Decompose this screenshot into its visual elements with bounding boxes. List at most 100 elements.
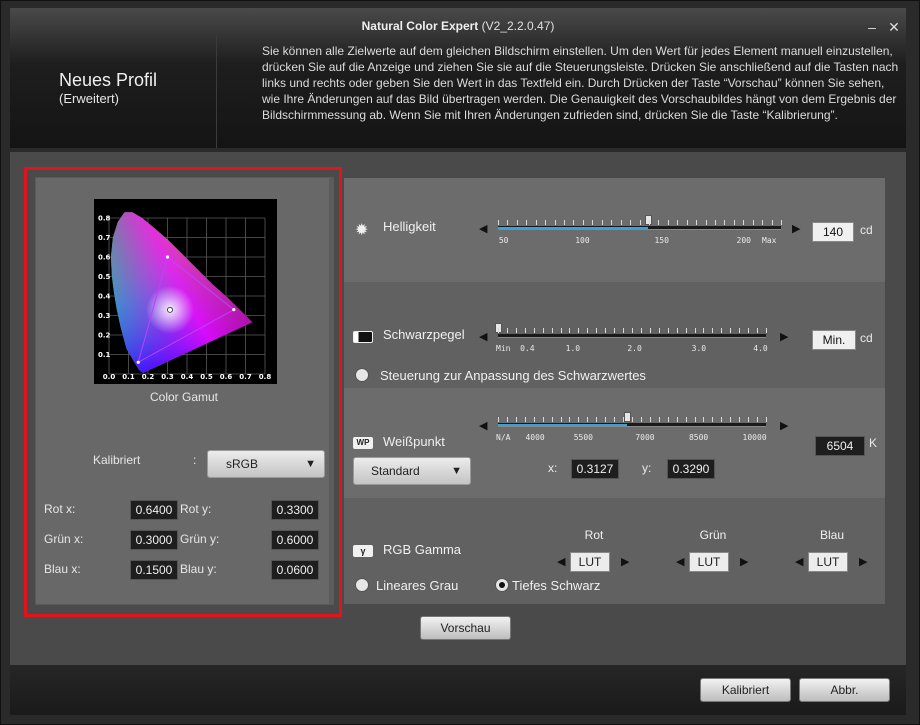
slider-tick	[757, 328, 759, 333]
slider-tick	[632, 417, 633, 422]
gamma-green-field[interactable]: LUT	[689, 552, 729, 572]
window-title: Natural Color Expert (V2_2.2.0.47)	[361, 19, 555, 33]
slider-tick	[564, 220, 566, 225]
slider-tick	[569, 328, 571, 333]
slider-tick	[733, 220, 735, 225]
slider-tick	[667, 417, 669, 422]
white-x-field[interactable]: 0.3127	[571, 459, 619, 479]
gamma-blue-left-arrow[interactable]: ◀	[795, 555, 803, 568]
white-point-fill	[498, 424, 627, 426]
gamma-green-left-arrow[interactable]: ◀	[676, 555, 684, 568]
black-level-label: Schwarzpegel	[383, 327, 465, 342]
brightness-right-arrow[interactable]: ▶	[792, 222, 800, 235]
slider-tick	[686, 220, 688, 225]
gamma-icon: γ	[353, 545, 373, 557]
black-level-right-arrow[interactable]: ▶	[780, 330, 788, 343]
slider-tick	[587, 328, 589, 333]
slider-tick	[533, 328, 535, 333]
brightness-value-field[interactable]: 140	[812, 222, 854, 242]
black-control-checkbox[interactable]	[355, 368, 369, 382]
calibrate-button[interactable]: Kalibriert	[700, 678, 791, 702]
brightness-unit: cd	[860, 223, 873, 237]
close-button[interactable]: ✕	[886, 19, 902, 35]
tick-label: 100	[575, 236, 590, 245]
slider-tick	[614, 328, 616, 333]
slider-tick	[739, 328, 741, 333]
white-x-label: x:	[548, 461, 558, 475]
gamma-green-right-arrow[interactable]: ▶	[740, 555, 748, 568]
slider-tick	[632, 328, 633, 333]
gamma-blue-field[interactable]: LUT	[808, 552, 848, 572]
slider-tick	[596, 417, 598, 422]
slider-tick	[748, 328, 750, 333]
slider-tick	[676, 328, 678, 333]
slider-tick	[676, 417, 678, 422]
slider-tick	[515, 328, 517, 333]
slider-tick	[623, 328, 625, 333]
white-point-right-arrow[interactable]: ▶	[780, 419, 788, 432]
white-preset-dropdown[interactable]: Standard ▼	[353, 457, 471, 485]
tick-label: Max	[762, 236, 777, 245]
black-level-unit: cd	[860, 331, 873, 345]
slider-tick	[554, 220, 556, 225]
brightness-label: Helligkeit	[383, 219, 436, 234]
slider-tick	[703, 417, 705, 422]
tick-label: 5500	[573, 433, 593, 442]
black-level-left-arrow[interactable]: ◀	[479, 330, 487, 343]
slider-tick	[498, 328, 499, 333]
slider-tick	[757, 417, 759, 422]
slider-tick	[766, 417, 767, 422]
page-subtitle: (Erweitert)	[59, 91, 119, 106]
slider-tick	[560, 417, 562, 422]
tick-label: 0.4	[520, 344, 535, 353]
slider-tick	[649, 328, 651, 333]
black-level-track[interactable]	[498, 334, 766, 338]
white-point-value-field[interactable]: 6504	[815, 436, 865, 456]
black-level-value-field[interactable]: Min.	[812, 330, 856, 350]
tick-label: 8500	[688, 433, 709, 442]
preview-button[interactable]: Vorschau	[420, 616, 511, 640]
white-point-left-arrow[interactable]: ◀	[479, 419, 487, 432]
tick-label: 10000	[742, 433, 767, 442]
minimize-button[interactable]: –	[864, 19, 880, 35]
gamma-red-right-arrow[interactable]: ▶	[621, 555, 629, 568]
sun-icon: ✹	[355, 222, 369, 239]
slider-tick	[712, 417, 714, 422]
white-point-slider-thumb[interactable]	[623, 412, 631, 422]
slider-tick	[506, 328, 508, 333]
slider-tick	[685, 328, 687, 333]
slider-tick	[721, 417, 723, 422]
tick-label: 50	[498, 236, 509, 245]
deep-black-radio[interactable]	[495, 578, 509, 592]
white-preset-value: Standard	[371, 464, 420, 478]
white-point-track[interactable]	[498, 423, 766, 427]
gamma-label: RGB Gamma	[383, 542, 462, 557]
brightness-track[interactable]	[498, 226, 781, 230]
slider-tick	[605, 328, 607, 333]
slider-tick	[573, 220, 575, 225]
slider-tick	[771, 220, 773, 225]
tick-label: 4000	[525, 433, 545, 442]
slider-tick	[762, 220, 764, 225]
tick-label: N/A	[496, 433, 511, 442]
slider-tick	[498, 417, 499, 422]
gamma-blue-header: Blau	[819, 528, 845, 542]
slider-tick	[743, 220, 745, 225]
white-y-field[interactable]: 0.3290	[667, 459, 715, 479]
slider-tick	[507, 220, 509, 225]
gamma-red-left-arrow[interactable]: ◀	[557, 555, 565, 568]
cancel-button[interactable]: Abbr.	[799, 678, 890, 702]
linear-gray-radio[interactable]	[355, 578, 369, 592]
slider-tick	[551, 328, 553, 333]
slider-tick	[535, 220, 537, 225]
slider-tick	[703, 328, 705, 333]
gamma-blue-right-arrow[interactable]: ▶	[859, 555, 867, 568]
slider-tick	[640, 328, 642, 333]
slider-tick	[506, 417, 508, 422]
gamma-red-field[interactable]: LUT	[570, 552, 610, 572]
tick-label: 1.0	[565, 344, 581, 353]
slider-tick	[515, 417, 517, 422]
slider-tick	[639, 220, 641, 225]
brightness-left-arrow[interactable]: ◀	[479, 222, 487, 235]
slider-tick	[605, 417, 607, 422]
